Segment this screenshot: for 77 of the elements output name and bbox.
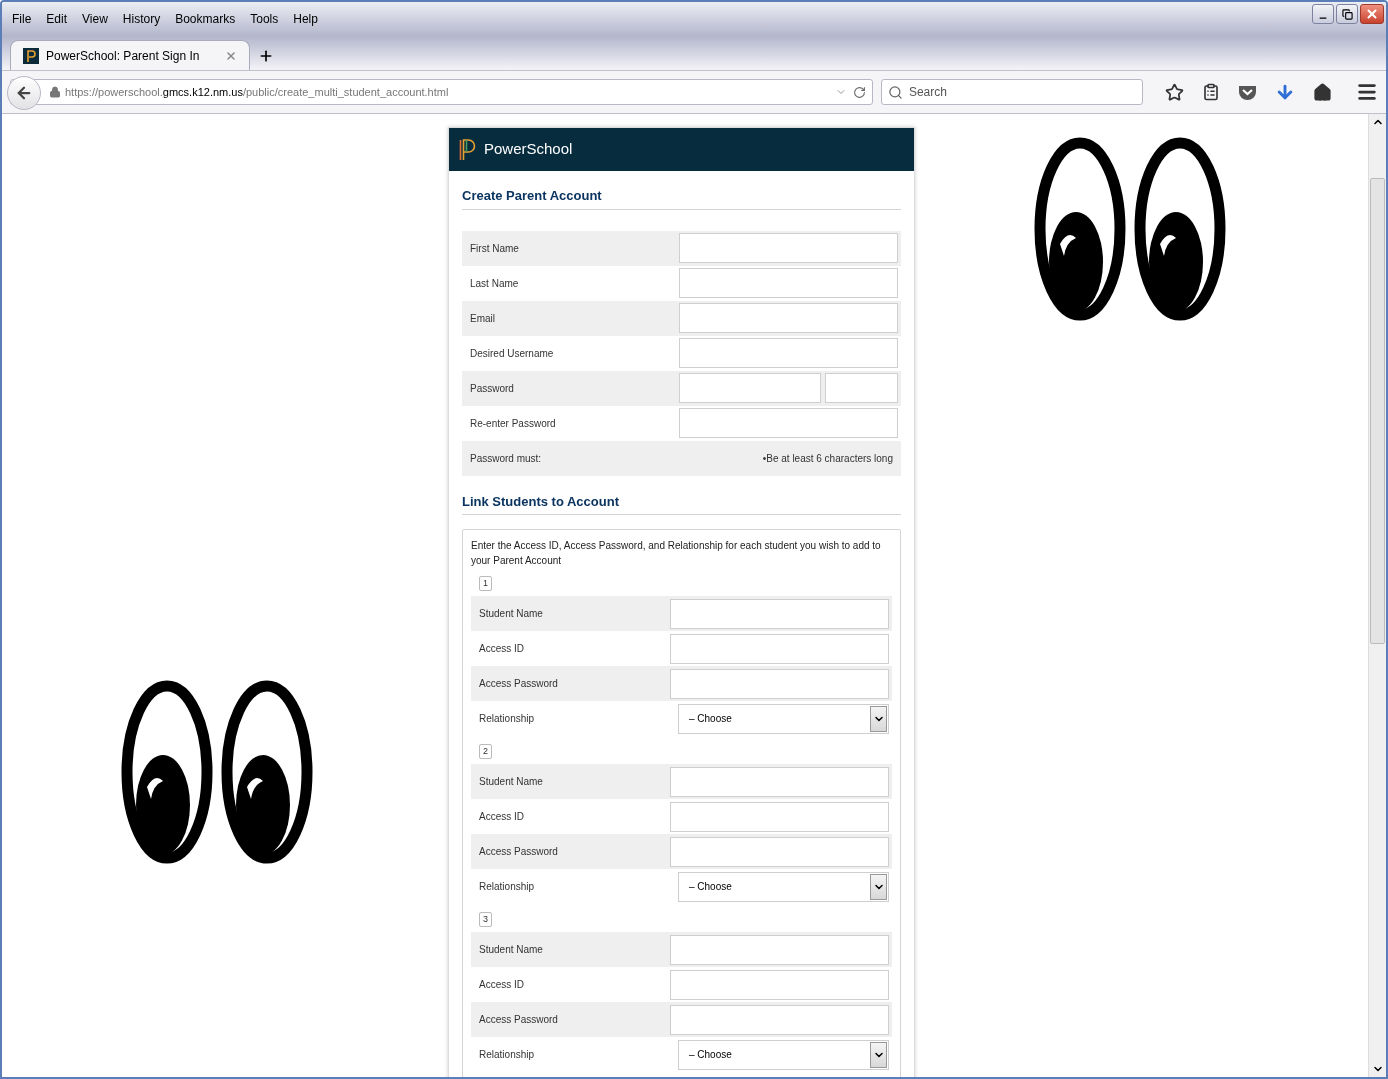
menu-item[interactable]: Tools	[250, 10, 279, 28]
field-label: Access ID	[479, 978, 524, 992]
input-field[interactable]	[670, 1004, 889, 1035]
student-number-tag: 2	[479, 744, 492, 759]
input-field[interactable]	[679, 303, 898, 333]
field-label: Student Name	[479, 943, 543, 957]
field-label: Relationship	[479, 880, 535, 894]
input-field[interactable]	[670, 766, 889, 797]
menu-item[interactable]: File	[12, 10, 32, 28]
relationship-select[interactable]: – Choose	[678, 703, 889, 734]
close-icon	[1365, 7, 1379, 21]
menu-item[interactable]: History	[122, 10, 161, 28]
password-strength-field[interactable]	[825, 373, 898, 403]
password-field[interactable]	[679, 373, 821, 403]
lock-icon	[49, 86, 61, 98]
input-field[interactable]	[679, 233, 898, 263]
field-label: Password must:	[470, 451, 542, 466]
field-label: First Name	[470, 241, 519, 256]
input-field[interactable]	[679, 268, 898, 298]
menu-icon[interactable]	[1356, 81, 1378, 103]
field-label: Desired Username	[470, 346, 554, 361]
browser-tab[interactable]: PowerSchool: Parent Sign In	[10, 40, 250, 70]
restore-button[interactable]	[1336, 4, 1358, 24]
download-icon[interactable]	[1275, 82, 1295, 102]
field-label: Student Name	[479, 775, 543, 789]
search-icon	[887, 84, 903, 100]
scrollbar[interactable]	[1368, 114, 1386, 1077]
powerschool-logo-icon	[459, 138, 476, 161]
minimize-button[interactable]	[1312, 4, 1334, 24]
field-label: Password	[470, 381, 514, 396]
field-label: Access Password	[479, 845, 558, 859]
new-tab-icon[interactable]	[258, 48, 274, 64]
restore-icon	[1341, 8, 1353, 20]
menu-item[interactable]: Edit	[46, 10, 68, 28]
student-number-tag: 1	[479, 576, 492, 591]
field-label: Last Name	[470, 276, 519, 291]
scroll-thumb[interactable]	[1370, 178, 1385, 644]
input-field[interactable]	[679, 338, 898, 368]
field-label: Email	[470, 311, 495, 326]
instructions-text: Enter the Access ID, Access Password, and Relationship for each student you wish to add to your Parent Account	[471, 539, 882, 568]
search-field[interactable]: Search	[880, 79, 1143, 105]
reload-icon[interactable]	[852, 85, 866, 99]
reading-list-icon[interactable]	[1202, 83, 1220, 101]
input-field[interactable]	[670, 836, 889, 867]
input-field[interactable]	[670, 801, 889, 832]
powerschool-favicon	[23, 47, 39, 64]
student-number-tag: 3	[479, 912, 492, 927]
relationship-select[interactable]: – Choose	[678, 1039, 889, 1070]
relationship-select[interactable]: – Choose	[678, 871, 889, 902]
close-button[interactable]	[1360, 4, 1384, 24]
field-label: Student Name	[479, 607, 543, 621]
field-label: Access Password	[479, 1013, 558, 1027]
back-button[interactable]	[7, 76, 41, 110]
password-rule-text: •Be at least 6 characters long	[762, 451, 893, 466]
input-field[interactable]	[670, 633, 889, 664]
field-label: Relationship	[479, 712, 535, 726]
input-field[interactable]	[670, 668, 889, 699]
field-label: Access Password	[479, 677, 558, 691]
home-icon[interactable]	[1313, 82, 1332, 102]
close-tab-icon[interactable]	[225, 49, 237, 62]
section-title: Create Parent Account	[462, 186, 901, 210]
input-field[interactable]	[670, 969, 889, 1000]
brand-name: PowerSchool	[484, 139, 573, 160]
menu-item[interactable]: View	[82, 10, 108, 28]
field-label: Access ID	[479, 642, 524, 656]
input-field[interactable]	[679, 408, 898, 438]
section-title: Link Students to Account	[462, 491, 901, 515]
field-label: Relationship	[479, 1048, 535, 1062]
menu-item[interactable]: Bookmarks	[175, 10, 236, 28]
url-text: https://powerschool.gmcs.k12.nm.us/public/create_multi_student_account.html	[65, 84, 450, 100]
pocket-icon[interactable]	[1238, 83, 1257, 101]
menu-item[interactable]: Help	[293, 10, 318, 28]
field-label: Access ID	[479, 810, 524, 824]
input-field[interactable]	[670, 934, 889, 965]
field-label: Re-enter Password	[470, 416, 556, 431]
input-field[interactable]	[670, 598, 889, 629]
bookmark-star-icon[interactable]	[1165, 82, 1184, 102]
